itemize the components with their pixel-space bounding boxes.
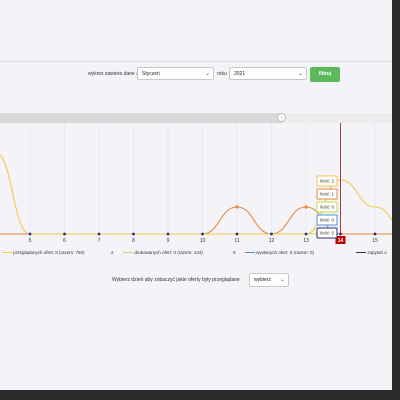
tooltip-label: ilość: 0 — [320, 231, 335, 236]
header-divider — [0, 61, 392, 62]
day-select-value: wybierz — [254, 277, 271, 283]
data-point — [373, 232, 377, 236]
tooltip-label: ilość: 1 — [320, 192, 335, 197]
statistics-panel: wykres zawiera dane z miesiąca Styczeń ⌄… — [0, 0, 392, 390]
year-label: roku — [217, 71, 227, 77]
range-slider-track[interactable] — [0, 113, 392, 123]
range-slider-handle[interactable]: ‹ — [277, 113, 286, 122]
legend-line-icon — [245, 252, 255, 254]
x-tick-label: 8 — [132, 238, 135, 244]
year-select-value: 2021 — [234, 71, 246, 77]
data-point — [97, 232, 101, 236]
legend-item-queries[interactable]: zapytań o — [356, 250, 387, 256]
year-select[interactable]: 2021 ⌄ — [229, 67, 307, 80]
legend-count: 0 — [233, 250, 236, 255]
legend-count: 2 — [111, 250, 114, 255]
chevron-down-icon: ⌄ — [204, 71, 210, 77]
legend-line-icon — [2, 252, 12, 254]
x-tick-label: 5 — [29, 238, 32, 244]
tooltip-label: ilość: 0 — [320, 205, 335, 210]
data-point — [166, 232, 170, 236]
month-select-value: Styczeń — [142, 71, 160, 77]
data-point — [235, 232, 239, 236]
line-chart-svg: 5 6 7 8 9 10 11 12 13 14 15 ilość: 2 ilość: 1 ilość: … — [0, 123, 392, 244]
legend-item-sent[interactable]: wysłanych ofert: 0 (razem: 0) — [245, 250, 314, 256]
data-point — [201, 232, 204, 236]
line-chart: 5 6 7 8 9 10 11 12 13 14 15 ilość: 2 ilość: 1 ilość: … — [0, 123, 392, 248]
range-slider-selection — [283, 113, 392, 123]
chevron-down-icon: ⌄ — [297, 71, 303, 77]
data-point — [28, 232, 32, 236]
data-point — [270, 232, 273, 236]
legend-line-icon — [123, 252, 133, 254]
month-select[interactable]: Styczeń ⌄ — [137, 67, 214, 80]
day-select[interactable]: wybierz ⌄ — [249, 273, 289, 287]
chevron-down-icon: ⌄ — [279, 277, 285, 283]
x-tick-label: 6 — [63, 238, 66, 244]
x-tick-label: 10 — [200, 238, 206, 244]
x-tick-label: 9 — [167, 238, 170, 244]
data-point — [132, 232, 135, 236]
tooltip-label: ilość: 0 — [320, 218, 335, 223]
data-point — [235, 205, 239, 209]
x-tick-label: 14 — [338, 238, 344, 244]
legend-item-printed[interactable]: drukowanych ofert: 0 (razem: 134) — [123, 250, 203, 256]
x-tick-label: 7 — [98, 238, 101, 244]
legend-item-viewed[interactable]: przeglądanych ofert: 8 (razem: 760) — [2, 250, 85, 256]
data-point — [63, 232, 66, 236]
data-point — [304, 205, 308, 209]
day-select-label: Wybierz dzień aby zobaczyć jakie oferty … — [112, 277, 240, 283]
filter-button[interactable]: filtruj — [310, 67, 340, 82]
x-tick-label: 13 — [303, 238, 309, 244]
data-point — [304, 232, 308, 236]
tooltip-label: ilość: 2 — [320, 179, 335, 184]
x-tick-label: 12 — [269, 238, 275, 244]
x-tick-label: 11 — [234, 238, 239, 244]
x-tick-label: 15 — [372, 238, 378, 244]
legend-line-icon — [356, 252, 366, 254]
